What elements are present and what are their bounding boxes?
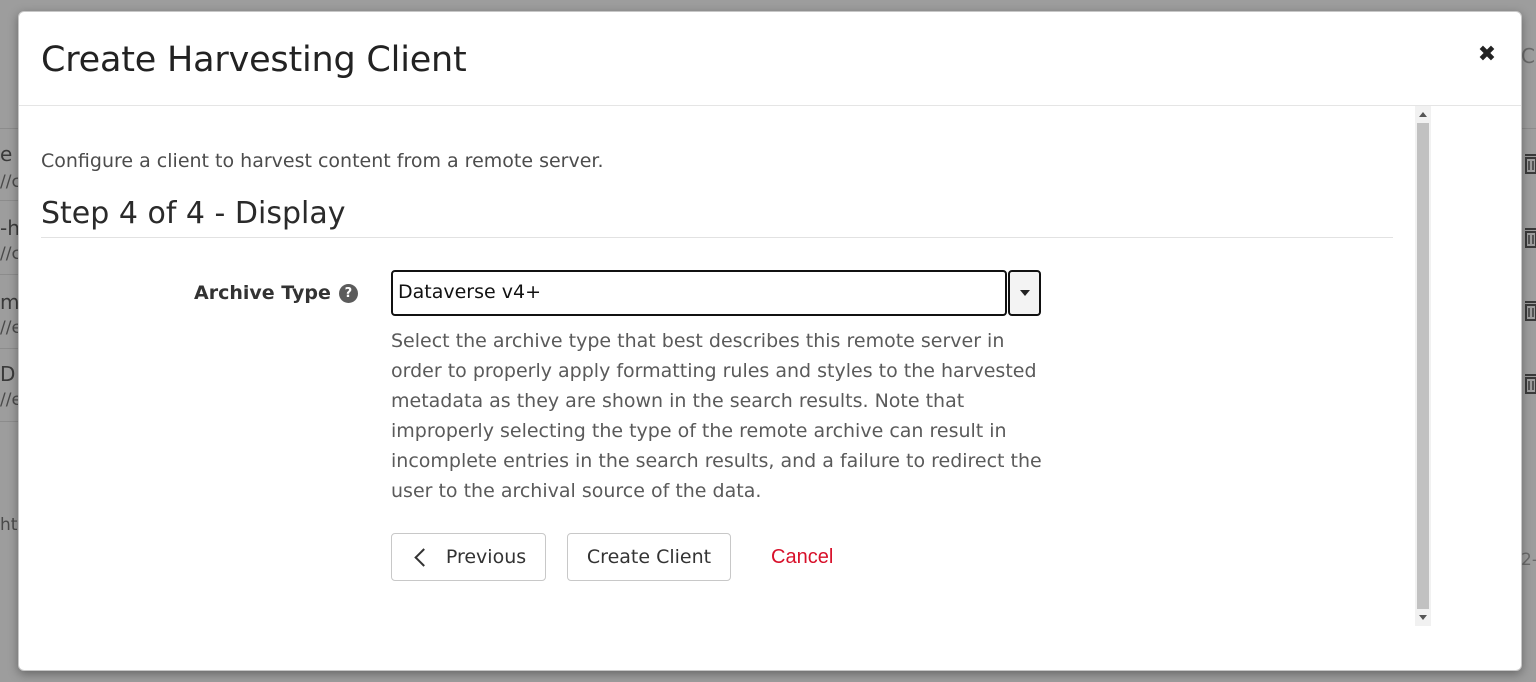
dropdown-toggle[interactable]: [1008, 270, 1041, 316]
archive-type-help-text: Select the archive type that best descri…: [391, 330, 1042, 502]
modal-body: Configure a client to harvest content fr…: [19, 106, 1449, 626]
background-divider: [0, 128, 18, 129]
archive-type-label-text: Archive Type: [194, 282, 331, 304]
background-divider: [1520, 128, 1536, 129]
create-client-button[interactable]: Create Client: [567, 533, 731, 581]
background-text: ht: [0, 515, 18, 535]
trash-icon: [1525, 228, 1536, 248]
create-harvesting-client-modal: Create Harvesting Client ✖ Configure a c…: [18, 11, 1522, 671]
background-text: D: [0, 362, 16, 386]
modal-header: Create Harvesting Client ✖: [19, 12, 1521, 106]
scroll-up-arrow-icon[interactable]: [1419, 112, 1427, 117]
caret-down-icon: [1019, 290, 1030, 296]
question-circle-icon[interactable]: ?: [338, 283, 358, 303]
trash-icon: [1525, 154, 1536, 174]
chevron-left-icon: [414, 547, 433, 567]
background-divider: [0, 274, 18, 275]
background-text: 2-c: [1521, 550, 1536, 570]
archive-type-select-box[interactable]: Dataverse v4+: [391, 270, 1007, 316]
previous-button[interactable]: Previous: [391, 533, 546, 581]
create-client-button-label: Create Client: [586, 546, 712, 568]
background-text: -h: [0, 216, 20, 240]
scroll-down-arrow-icon[interactable]: [1419, 615, 1427, 620]
background-divider: [0, 348, 18, 349]
archive-type-selected-value: Dataverse v4+: [398, 281, 541, 303]
background-text: e: [0, 142, 13, 166]
background-divider: [0, 200, 18, 201]
previous-button-label: Previous: [445, 546, 527, 568]
modal-scrollbar[interactable]: [1415, 106, 1431, 626]
step-heading: Step 4 of 4 - Display: [41, 196, 346, 231]
intro-text: Configure a client to harvest content fr…: [41, 150, 604, 172]
archive-type-select[interactable]: Dataverse v4+: [391, 270, 1041, 316]
background-divider: [0, 421, 18, 422]
modal-title: Create Harvesting Client: [41, 40, 467, 80]
step-divider: [41, 237, 1393, 238]
cancel-link[interactable]: Cancel: [771, 546, 833, 569]
background-text: Cli: [1521, 44, 1536, 68]
trash-icon: [1525, 301, 1536, 321]
scrollbar-thumb[interactable]: [1417, 123, 1429, 609]
trash-icon: [1525, 374, 1536, 394]
close-icon[interactable]: ✖: [1475, 42, 1499, 67]
archive-type-label: Archive Type ?: [194, 282, 358, 304]
